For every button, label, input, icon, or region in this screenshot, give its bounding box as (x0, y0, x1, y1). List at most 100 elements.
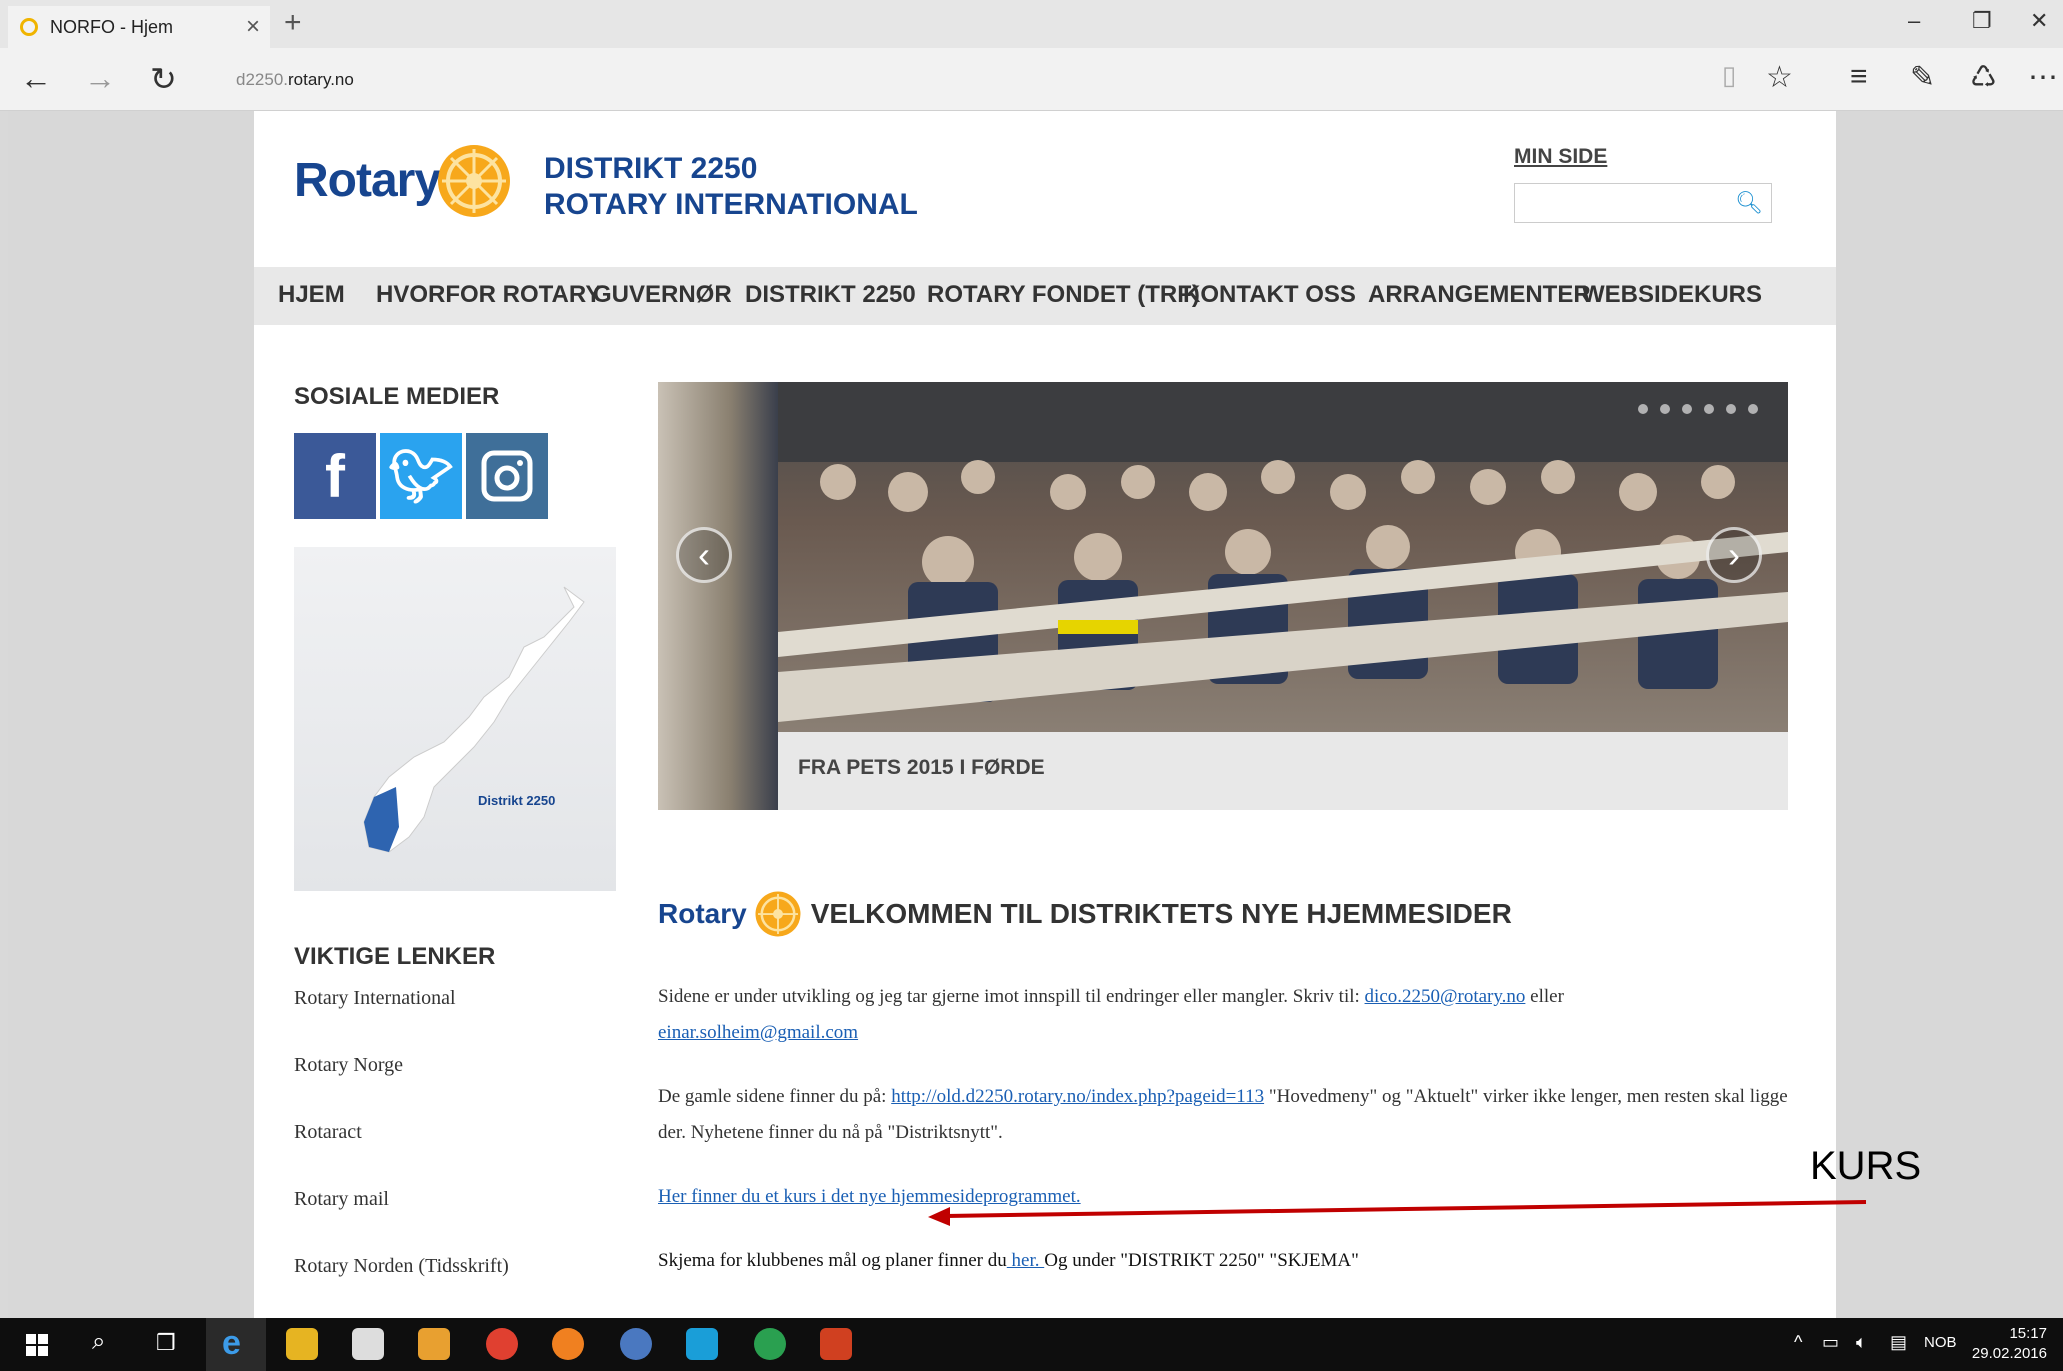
menu-item-rotary-fondet[interactable]: ROTARY FONDET (TRF) (927, 281, 1200, 309)
search-taskbar-icon[interactable]: ⌕ (92, 1328, 105, 1356)
slide-edge-photo (658, 382, 778, 810)
slider-dot[interactable] (1660, 404, 1670, 414)
main-menu: HJEM HVORFOR ROTARY GUVERNØR DISTRIKT 22… (254, 267, 1836, 325)
url-domain: rotary.no (288, 70, 354, 89)
district-line2: ROTARY INTERNATIONAL (544, 188, 918, 221)
slider-dot[interactable] (1704, 404, 1714, 414)
social-media-heading: SOSIALE MEDIER (294, 383, 500, 410)
instagram-icon[interactable] (466, 433, 548, 519)
spotify-icon[interactable] (754, 1328, 786, 1360)
old-pages-paragraph: De gamle sidene finner du på: http://old… (658, 1079, 1788, 1151)
link-rotary-international[interactable]: Rotary International (294, 987, 509, 1010)
important-links-heading: VIKTIGE LENKER (294, 943, 496, 970)
slide-caption: FRA PETS 2015 I FØRDE (798, 756, 1045, 779)
powerpoint-icon[interactable] (820, 1328, 852, 1360)
slider-dot[interactable] (1682, 404, 1692, 414)
back-icon[interactable]: ← (20, 60, 52, 97)
share-icon[interactable]: ♺ (1970, 60, 1997, 95)
favorite-star-icon[interactable]: ☆ (1766, 60, 1793, 95)
rotary-wheel-icon (438, 145, 510, 217)
windows-start-icon[interactable] (26, 1334, 48, 1356)
store-icon[interactable] (352, 1328, 384, 1360)
app-icon[interactable] (620, 1328, 652, 1360)
media-player-icon[interactable] (418, 1328, 450, 1360)
welcome-heading: Rotary VELKOMMEN TIL DISTRIKTETS NYE HJE… (658, 889, 1512, 939)
min-side-link[interactable]: MIN SIDE (1514, 145, 1607, 169)
reading-view-icon[interactable]: ▯ (1722, 60, 1736, 91)
district-map[interactable]: Distrikt 2250 (294, 547, 616, 891)
web-note-icon[interactable]: ✎ (1910, 60, 1935, 95)
menu-item-hvorfor-rotary[interactable]: HVORFOR ROTARY (376, 281, 601, 309)
link-rotary-norden[interactable]: Rotary Norden (Tidsskrift) (294, 1255, 509, 1278)
search-icon[interactable]: 🔍︎ (1735, 190, 1763, 216)
rotary-wheel-small-icon (755, 891, 801, 937)
forward-icon[interactable]: → (84, 60, 116, 97)
restore-icon[interactable]: ❐ (1972, 8, 1992, 34)
facebook-icon[interactable]: f (294, 433, 376, 519)
intro-text: Sidene er under utvikling og jeg tar gje… (658, 986, 1365, 1007)
conference-photo (778, 382, 1788, 722)
slider-dot[interactable] (1726, 404, 1736, 414)
file-explorer-icon[interactable] (286, 1328, 318, 1360)
map-label: Distrikt 2250 (478, 793, 556, 808)
edge-icon[interactable]: e (222, 1324, 241, 1363)
einar-email-link[interactable]: einar.solheim@gmail.com (658, 1022, 858, 1043)
menu-item-hjem[interactable]: HJEM (278, 281, 345, 309)
close-tab-icon[interactable]: × (246, 13, 260, 41)
forms-text: Skjema for klubbenes mål og planer finne… (658, 1250, 1007, 1271)
link-rotaract[interactable]: Rotaract (294, 1121, 509, 1144)
slider-next-button[interactable]: › (1706, 527, 1762, 583)
old-pages-link[interactable]: http://old.d2250.rotary.no/index.php?pag… (891, 1086, 1264, 1107)
menu-item-websidekurs[interactable]: WEBSIDEKURS (1582, 281, 1762, 309)
dico-email-link[interactable]: dico.2250@rotary.no (1365, 986, 1526, 1007)
refresh-icon[interactable]: ↻ (150, 60, 177, 98)
menu-item-guvernor[interactable]: GUVERNØR (593, 281, 732, 309)
browser-viewport: Rotary DISTRIKT 2250 ROTARY INTERNATIONA… (8, 111, 2063, 1318)
more-icon[interactable]: ⋯ (2028, 60, 2058, 95)
clock[interactable]: 15:17 29.02.2016 (1972, 1324, 2047, 1364)
close-window-icon[interactable]: ✕ (2030, 8, 2048, 34)
new-tab-icon[interactable]: + (284, 6, 302, 40)
tray-chevron-icon[interactable]: ^ (1794, 1332, 1802, 1353)
minimize-icon[interactable]: – (1908, 8, 1920, 34)
slider-dot[interactable] (1748, 404, 1758, 414)
link-rotary-norge[interactable]: Rotary Norge (294, 1054, 509, 1077)
slider-prev-button[interactable]: ‹ (676, 527, 732, 583)
notifications-icon[interactable]: ▤ (1890, 1332, 1907, 1353)
course-link[interactable]: Her finner du et kurs i det nye hjemmesi… (658, 1186, 1081, 1207)
chrome-icon[interactable] (486, 1328, 518, 1360)
forms-paragraph: Skjema for klubbenes mål og planer finne… (658, 1243, 1788, 1279)
skype-icon[interactable] (686, 1328, 718, 1360)
old-pages-text: De gamle sidene finner du på: (658, 1086, 892, 1107)
menu-item-kontakt-oss[interactable]: KONTAKT OSS (1183, 281, 1356, 309)
browser-tab-strip: NORFO - Hjem × + – ❐ ✕ (0, 0, 2063, 48)
slider-dot[interactable] (1638, 404, 1648, 414)
taskbar: ⌕ ❒ e ^ ▭ 🔈︎ ▤ NOB 15:17 29.02.2016 (0, 1318, 2063, 1371)
hub-icon[interactable]: ≡ (1850, 60, 1868, 94)
browser-tab[interactable]: NORFO - Hjem × (8, 6, 270, 48)
annotation-label: KURS (1810, 1144, 1922, 1188)
intro-mid: eller (1525, 986, 1564, 1007)
district-line1: DISTRIKT 2250 (544, 152, 758, 185)
favicon-icon (20, 18, 38, 36)
slide-photo (778, 382, 1788, 732)
rotary-logo-text[interactable]: Rotary (294, 153, 441, 208)
district-title: DISTRIKT 2250 ROTARY INTERNATIONAL (544, 151, 918, 223)
task-view-icon[interactable]: ❒ (156, 1330, 176, 1356)
forms-here-link[interactable]: her. (1007, 1250, 1044, 1271)
menu-item-arrangementer[interactable]: ARRANGEMENTER (1368, 281, 1591, 309)
volume-icon[interactable]: 🔈︎ (1856, 1332, 1867, 1353)
link-rotary-mail[interactable]: Rotary mail (294, 1188, 509, 1211)
url-field[interactable]: d2250.rotary.no (236, 70, 354, 90)
course-paragraph: Her finner du et kurs i det nye hjemmesi… (658, 1179, 1788, 1215)
network-icon[interactable]: ▭ (1822, 1332, 1839, 1353)
clock-time: 15:17 (2009, 1325, 2047, 1342)
site-container: Rotary DISTRIKT 2250 ROTARY INTERNATIONA… (254, 111, 1836, 1318)
menu-item-distrikt[interactable]: DISTRIKT 2250 (745, 281, 916, 309)
intro-paragraph: Sidene er under utvikling og jeg tar gje… (658, 979, 1788, 1051)
language-indicator[interactable]: NOB (1924, 1334, 1957, 1351)
firefox-icon[interactable] (552, 1328, 584, 1360)
twitter-icon[interactable]: 🐦︎ (380, 433, 462, 519)
search-input[interactable]: 🔍︎ (1514, 183, 1772, 223)
clock-date: 29.02.2016 (1971, 1345, 2047, 1362)
